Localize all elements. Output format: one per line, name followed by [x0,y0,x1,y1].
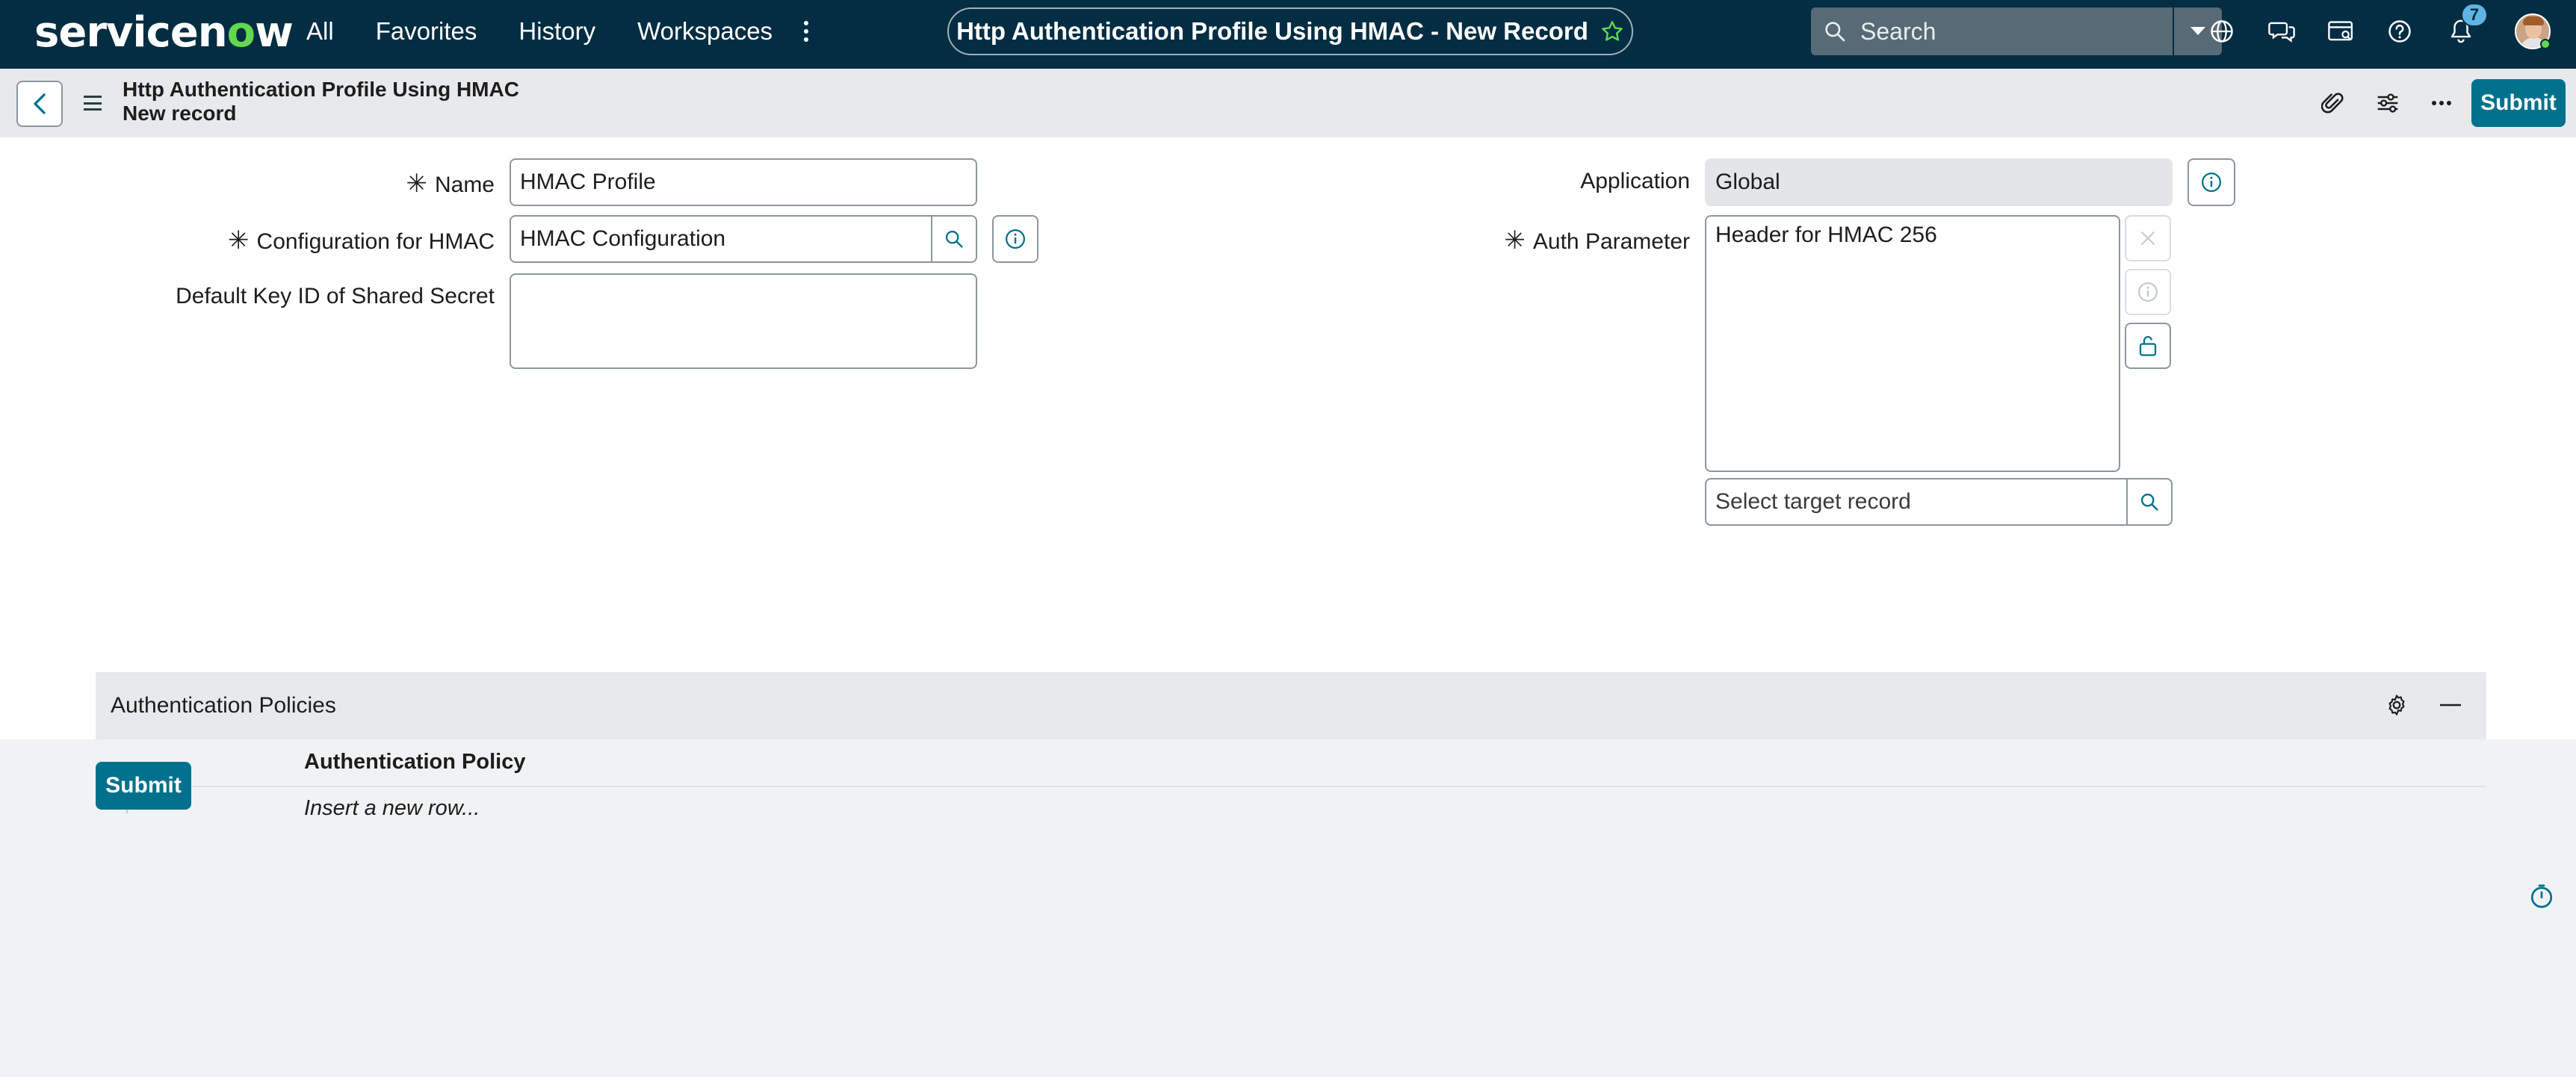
search-icon [945,230,963,248]
form-body: ✳ Name HMAC Profile ✳ Configuration for HM… [0,137,2576,820]
personalize-form-icon[interactable] [2373,88,2403,118]
info-icon [2202,173,2221,192]
search-icon [2140,493,2158,511]
application-info-button[interactable] [2188,158,2235,206]
back-button[interactable] [16,81,63,127]
default-key-field[interactable] [510,273,977,369]
required-icon: ✳ [228,226,250,255]
nav-link-history[interactable]: History [518,17,595,46]
required-icon: ✳ [1504,226,1526,255]
item-info-button [2125,269,2171,315]
chevron-down-icon [2190,27,2205,35]
close-icon [2141,232,2155,245]
default-key-label: Default Key ID of Shared Secret [176,284,495,308]
name-field[interactable]: HMAC Profile [510,158,977,206]
record-title-pill[interactable]: Http Authentication Profile Using HMAC -… [947,7,1633,55]
response-time-icon[interactable] [2528,883,2555,910]
auth-parameter-label: ✳ Auth Parameter [1504,226,1690,255]
nav-links: All Favorites History Workspaces [306,0,814,63]
favorite-star-icon[interactable] [1600,19,1624,43]
remove-item-button [2125,215,2171,261]
context-menu-icon[interactable] [84,96,102,111]
collapse-icon[interactable] [2436,690,2465,720]
chat-icon[interactable] [2267,16,2297,46]
form-header: Http Authentication Profile Using HMAC N… [0,69,2576,137]
required-icon: ✳ [406,170,427,198]
servicenow-logo[interactable]: servicenow [34,6,294,60]
notification-count-badge: 7 [2461,3,2488,27]
unlock-button[interactable] [2125,323,2171,369]
card-search-icon[interactable] [2326,16,2356,46]
config-preview-button[interactable] [992,215,1038,263]
online-status-indicator [2540,39,2551,49]
record-state: New record [123,102,237,125]
nav-link-workspaces[interactable]: Workspaces [637,17,773,46]
search-icon [1825,22,1845,42]
info-icon [1006,229,1025,249]
gear-icon[interactable] [2382,690,2412,720]
attachment-icon[interactable] [2318,88,2347,118]
info-icon [2138,282,2158,302]
help-icon[interactable] [2385,16,2415,46]
top-navigation-bar: servicenow All Favorites History Workspa… [0,0,2576,69]
config-reference-field[interactable]: HMAC Configuration [510,215,932,263]
nav-link-all[interactable]: All [306,17,334,46]
record-table-name: Http Authentication Profile Using HMAC [123,78,519,101]
config-lookup-button[interactable] [931,215,977,263]
unlock-icon [2139,336,2157,356]
target-record-input[interactable]: Select target record [1705,478,2128,526]
submit-button-footer[interactable]: Submit [96,762,191,810]
insert-row-link[interactable]: Insert a new row... [304,796,480,821]
globe-icon[interactable] [2207,16,2237,46]
target-record-lookup-button[interactable] [2126,478,2173,526]
submit-button-header[interactable]: Submit [2471,79,2566,127]
config-label: ✳ Configuration for HMAC [228,226,495,255]
application-label: Application [1580,169,1690,193]
application-field: Global [1705,158,2173,206]
column-header-authentication-policy[interactable]: Authentication Policy [304,750,525,775]
record-heading: Http Authentication Profile Using HMAC N… [123,78,519,125]
table-divider [96,786,2486,787]
chevron-left-icon [34,93,46,114]
search-placeholder: Search [1860,17,1936,45]
related-list-title: Authentication Policies [111,693,336,718]
nav-link-favorites[interactable]: Favorites [376,17,477,46]
name-label: ✳ Name [406,170,495,198]
more-options-icon[interactable] [2427,88,2456,118]
record-title: Http Authentication Profile Using HMAC -… [956,17,1588,45]
global-search-input[interactable]: Search [1811,7,2173,55]
auth-parameter-list[interactable]: Header for HMAC 256 [1705,215,2120,472]
more-menu-icon[interactable] [796,18,816,45]
related-list-header: Authentication Policies [96,672,2486,739]
